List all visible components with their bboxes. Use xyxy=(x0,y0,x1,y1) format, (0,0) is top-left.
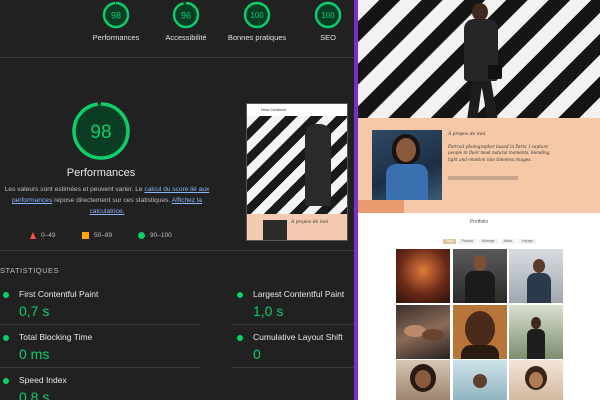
square-icon xyxy=(82,232,89,239)
performance-gauge: 98 xyxy=(72,102,130,160)
filter-fashion[interactable]: Mode xyxy=(500,239,516,244)
filter-travel[interactable]: Voyage xyxy=(518,239,537,244)
portfolio-title: Portfolio xyxy=(469,219,489,225)
body-shape xyxy=(527,273,551,303)
gauge-label: SEO xyxy=(320,33,336,42)
page-screenshot-preview[interactable]: Nina Cerbucci À propos de moi xyxy=(246,103,348,241)
portfolio-thumb-hands[interactable] xyxy=(396,305,450,359)
gauge-ring-icon: 96 xyxy=(172,1,200,29)
svg-text:100: 100 xyxy=(321,11,335,20)
performance-title: Performances xyxy=(66,167,136,179)
gauge-ring-icon: 100 xyxy=(243,1,271,29)
man-leg xyxy=(480,78,498,120)
gauge-ring-icon: 100 xyxy=(314,1,342,29)
photo-face xyxy=(396,138,416,162)
metric-name: First Contentful Paint xyxy=(19,289,99,299)
about-title: À propos de moi xyxy=(448,132,486,137)
gauge-label: Accessibilité xyxy=(165,33,207,42)
gauge-label: Performances xyxy=(92,33,140,42)
pass-dot-icon xyxy=(237,335,243,341)
preview-about-text: À propos de moi xyxy=(291,220,329,225)
gauge-best-practices[interactable]: 100 Bonnes pratiques xyxy=(217,0,297,42)
about-photo xyxy=(372,130,442,200)
preview-hero-image xyxy=(247,116,347,214)
hero-image xyxy=(358,0,600,120)
pass-dot-icon xyxy=(3,335,9,341)
score-description: Les valeurs sont estimées et peuvent var… xyxy=(4,186,210,215)
portfolio-thumb-smile[interactable] xyxy=(453,305,507,359)
portfolio-thumb-palms[interactable] xyxy=(509,305,563,359)
legend-pass: 90–100 xyxy=(138,232,172,239)
preview-about: À propos de moi xyxy=(247,214,347,240)
filter-portrait[interactable]: Portrait xyxy=(458,239,476,244)
gauge-label: Bonnes pratiques xyxy=(227,33,287,42)
body-shape xyxy=(465,271,495,303)
face-shape xyxy=(473,255,487,271)
portfolio-filters: Tout Portrait Mariage Mode Voyage xyxy=(443,239,537,244)
metric-divider xyxy=(0,324,200,325)
face-shape xyxy=(531,317,541,329)
metric-name: Cumulative Layout Shift xyxy=(253,332,343,342)
svg-text:96: 96 xyxy=(181,11,191,21)
performance-score: 98 xyxy=(90,122,111,143)
svg-text:98: 98 xyxy=(111,11,121,21)
man-bag xyxy=(488,65,502,79)
portfolio-thumb-curly[interactable] xyxy=(396,360,450,400)
triangle-icon xyxy=(30,232,36,239)
gauge-performance[interactable]: 98 Performances xyxy=(76,0,156,42)
metric-value: 0,8 s xyxy=(19,389,50,400)
preview-person xyxy=(305,124,331,206)
about-link-line[interactable] xyxy=(448,176,518,180)
legend-average: 50–89 xyxy=(82,232,112,239)
portfolio-thumb-woman[interactable] xyxy=(509,249,563,303)
metric-value: 0 xyxy=(253,346,261,362)
face-shape xyxy=(465,311,495,347)
about-section: À propos de moi Portrait photographer ba… xyxy=(358,118,600,213)
face-shape xyxy=(415,370,431,388)
legend-fail: 0–49 xyxy=(30,232,55,239)
website-preview: À propos de moi Portrait photographer ba… xyxy=(358,0,600,400)
face-shape xyxy=(533,259,545,273)
pass-dot-icon xyxy=(237,292,243,298)
hand-shape xyxy=(422,329,444,341)
score-summary-bar: 98 Performances 96 Accessibilité 100 Bon… xyxy=(0,0,354,58)
walking-man-figure xyxy=(462,3,502,120)
gauge-seo[interactable]: 100 SEO xyxy=(288,0,354,42)
metric-value: 0 ms xyxy=(19,346,50,362)
circle-icon xyxy=(138,232,145,239)
gauge-accessibility[interactable]: 96 Accessibilité xyxy=(146,0,226,42)
pass-dot-icon xyxy=(3,378,9,384)
filter-all[interactable]: Tout xyxy=(443,239,456,244)
gauge-ring-icon: 98 xyxy=(102,1,130,29)
metric-name: Largest Contentful Paint xyxy=(253,289,345,299)
portfolio-thumb-splash[interactable] xyxy=(453,360,507,400)
metric-value: 1,0 s xyxy=(253,303,284,319)
metric-divider xyxy=(0,367,200,368)
filter-wedding[interactable]: Mariage xyxy=(478,239,498,244)
pass-dot-icon xyxy=(3,292,9,298)
about-text: Portrait photographer based in Paris. I … xyxy=(448,144,550,162)
portfolio-thumb-suit[interactable] xyxy=(453,249,507,303)
section-divider xyxy=(0,250,354,251)
metric-divider xyxy=(232,324,354,325)
body-shape xyxy=(527,329,545,359)
body-shape xyxy=(461,345,499,359)
metric-value: 0,7 s xyxy=(19,303,50,319)
about-accent-bar xyxy=(358,200,404,213)
metric-name: Total Blocking Time xyxy=(19,332,93,342)
face-shape xyxy=(473,374,487,388)
metric-divider xyxy=(232,367,354,368)
metric-name: Speed Index xyxy=(19,375,67,385)
stats-title: STATISTIQUES xyxy=(0,266,60,275)
lighthouse-report: 98 Performances 96 Accessibilité 100 Bon… xyxy=(0,0,354,400)
preview-photo xyxy=(263,220,287,240)
photo-shirt xyxy=(386,164,428,200)
portfolio-thumb-laugh[interactable] xyxy=(509,360,563,400)
portfolio-thumb-concert[interactable] xyxy=(396,249,450,303)
svg-text:100: 100 xyxy=(250,11,264,20)
face-shape xyxy=(529,372,543,388)
preview-header: Nina Cerbucci xyxy=(247,104,347,116)
